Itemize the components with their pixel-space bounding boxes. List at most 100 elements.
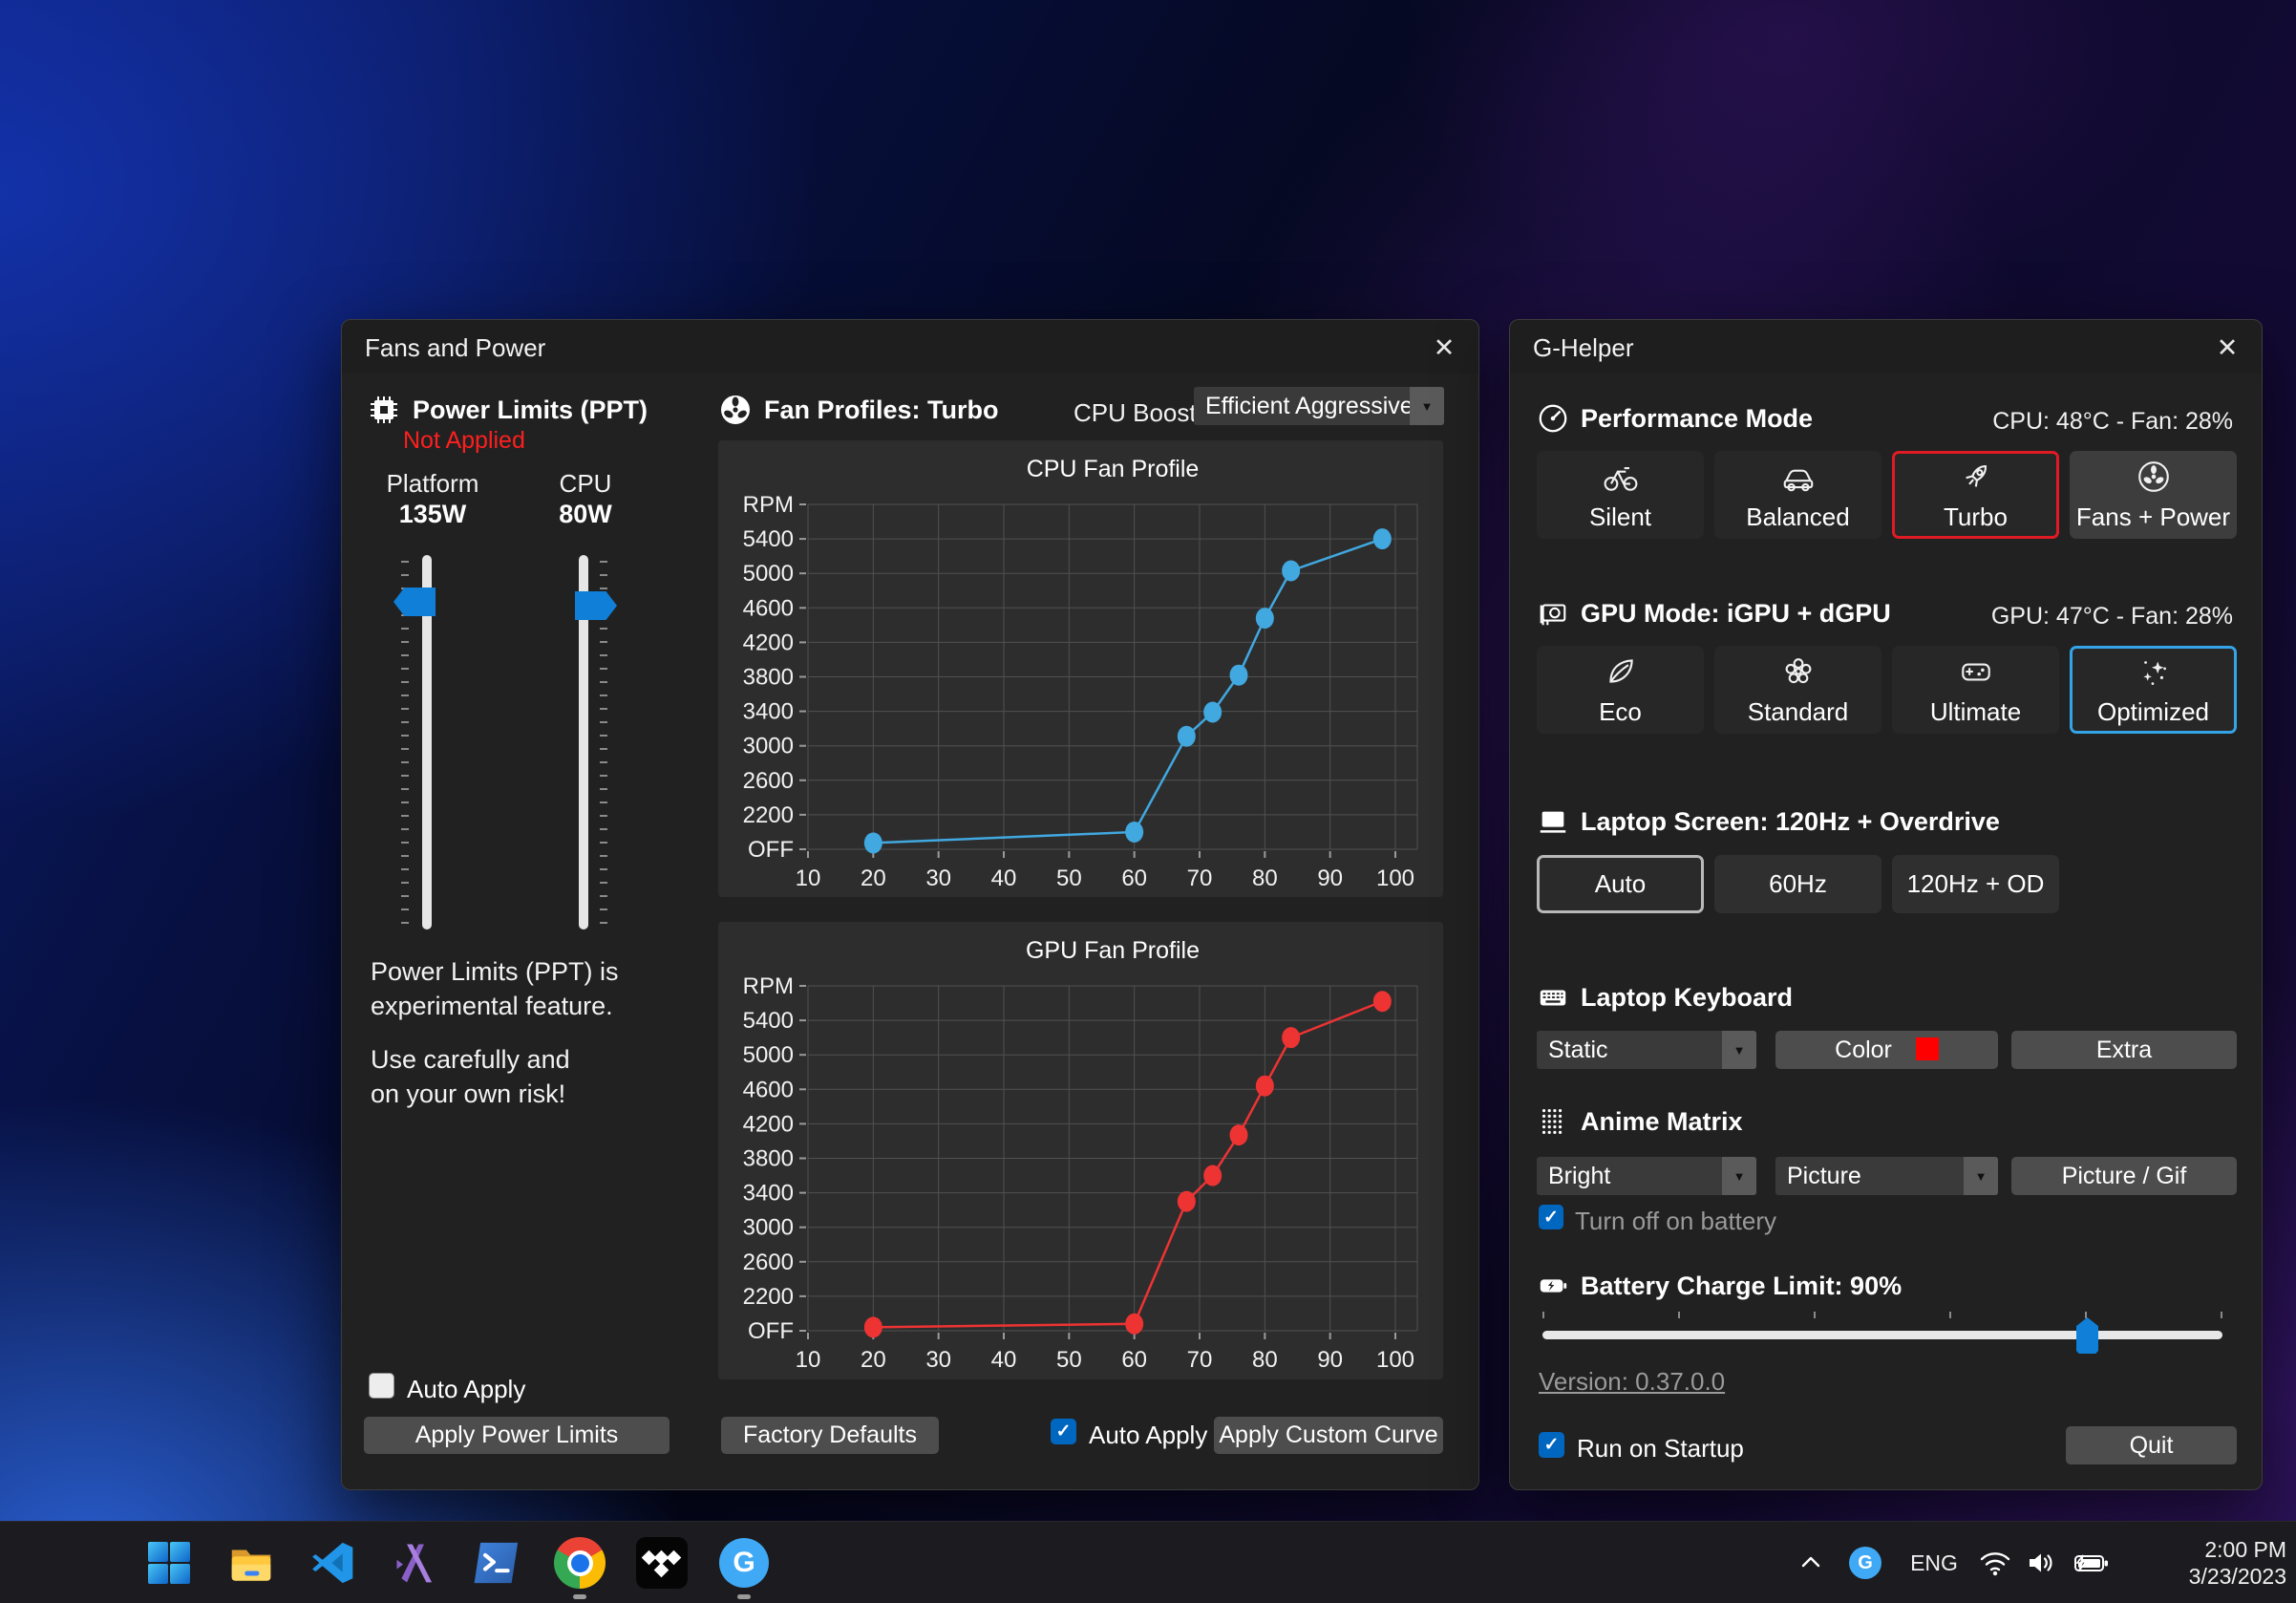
vscode-button[interactable] [303,1532,364,1593]
mode-silent-button[interactable]: Silent [1537,451,1704,539]
mode-balanced-button[interactable]: Balanced [1714,451,1881,539]
laptop-screen-header: Laptop Screen: 120Hz + Overdrive [1537,805,2000,838]
cpu-boost-dropdown[interactable]: Efficient Aggressive ▼ [1194,387,1444,425]
color-swatch [1916,1037,1939,1060]
chip-icon [367,393,401,427]
keyboard-color-button[interactable]: Color [1775,1031,1998,1069]
svg-text:3400: 3400 [743,1181,794,1207]
desktop: Fans and Power ✕ Power Limits (PPT) Not … [0,0,2296,1603]
cpu-slider-thumb[interactable] [575,591,617,620]
svg-text:20: 20 [861,1347,886,1373]
matrix-mode-dropdown[interactable]: Picture ▼ [1775,1157,1998,1195]
version-link[interactable]: Version: 0.37.0.0 [1539,1367,1725,1397]
window-title: Fans and Power [365,333,545,363]
matrix-brightness-dropdown[interactable]: Bright ▼ [1537,1157,1756,1195]
battery-limit-heading: Battery Charge Limit: 90% [1581,1272,1902,1301]
cpu-fan-profile-chart[interactable]: CPU Fan ProfileRPM5400500046004200380034… [718,440,1443,897]
file-explorer-button[interactable] [221,1532,282,1593]
screen-auto-button[interactable]: Auto [1537,855,1704,913]
quit-button[interactable]: Quit [2066,1426,2237,1464]
matrix-battery-checkbox-label: Turn off on battery [1575,1207,1776,1236]
battery-slider-thumb[interactable] [2076,1317,2098,1354]
svg-text:5000: 5000 [743,1042,794,1068]
ghelper-window-titlebar[interactable]: G-Helper ✕ [1510,320,2262,374]
battery-button[interactable] [2067,1522,2116,1603]
option-label: Auto [1595,869,1647,898]
color-button-label: Color [1835,1037,1892,1063]
battery-slider-ticks [1542,1312,2222,1318]
mode-fans-power-button[interactable]: Fans + Power [2070,451,2237,539]
mode-turbo-button[interactable]: Turbo [1892,451,2059,539]
visual-studio-button[interactable] [385,1532,446,1593]
rocket-icon [1958,459,1994,495]
matrix-battery-checkbox[interactable]: ✓ [1539,1205,1563,1229]
screen-60hz-button[interactable]: 60Hz [1714,855,1881,913]
check-icon: ✓ [375,1377,388,1396]
mode-label: Optimized [2097,697,2209,727]
gpu-optimized-button[interactable]: Optimized [2070,646,2237,734]
svg-text:4600: 4600 [743,595,794,621]
mode-label: Fans + Power [2076,502,2230,532]
battery-charging-icon [2073,1550,2111,1576]
clock[interactable]: 2:00 PM 3/23/2023 [2124,1522,2286,1603]
battery-slider-track[interactable] [1542,1331,2222,1339]
svg-text:90: 90 [1317,866,1343,891]
platform-value: 135W [380,500,485,529]
svg-text:RPM: RPM [743,973,794,999]
cpu-boost-label: CPU Boost [1074,398,1197,428]
volume-button[interactable] [2019,1522,2065,1603]
g-helper-button[interactable]: G [713,1532,775,1593]
sparkle-gear-icon [2136,653,2172,690]
gpu-ultimate-button[interactable]: Ultimate [1892,646,2059,734]
flower-icon [1780,653,1817,690]
gpu-mode-heading: GPU Mode: iGPU + dGPU [1581,599,1891,629]
keyboard-mode-dropdown[interactable]: Static ▼ [1537,1031,1756,1069]
screen-icon [1537,805,1569,838]
svg-text:50: 50 [1056,1347,1082,1373]
svg-text:GPU Fan Profile: GPU Fan Profile [1026,937,1200,964]
svg-text:CPU Fan Profile: CPU Fan Profile [1027,456,1200,482]
tray-time: 2:00 PM [2204,1537,2286,1562]
matrix-picture-gif-button[interactable]: Picture / Gif [2011,1157,2237,1195]
gpu-fan-profile-chart[interactable]: GPU Fan ProfileRPM5400500046004200380034… [718,922,1443,1379]
tidal-button[interactable] [631,1532,692,1593]
visual-studio-icon [391,1538,440,1588]
fans-window-titlebar[interactable]: Fans and Power ✕ [342,320,1478,374]
language-label: ENG [1910,1550,1958,1576]
auto-apply-power-checkbox[interactable]: ✓ [369,1373,394,1399]
svg-text:RPM: RPM [743,492,794,518]
svg-text:70: 70 [1187,866,1213,891]
svg-text:70: 70 [1187,1347,1213,1373]
tidal-icon [636,1537,688,1589]
gpu-standard-button[interactable]: Standard [1714,646,1881,734]
svg-text:OFF: OFF [748,837,794,863]
file-explorer-icon [225,1537,277,1589]
platform-slider-thumb[interactable] [393,588,436,616]
terminal-button[interactable] [467,1532,528,1593]
run-on-startup-checkbox[interactable]: ✓ [1539,1432,1564,1458]
wifi-button[interactable] [1973,1522,2017,1603]
close-icon[interactable]: ✕ [1425,330,1463,366]
svg-text:60: 60 [1121,866,1147,891]
keyboard-extra-button[interactable]: Extra [2011,1031,2237,1069]
gpu-eco-button[interactable]: Eco [1537,646,1704,734]
svg-text:3800: 3800 [743,1146,794,1172]
svg-text:3000: 3000 [743,734,794,759]
chevron-down-icon: ▼ [1410,387,1444,425]
language-indicator[interactable]: ENG [1901,1522,1967,1603]
svg-text:5400: 5400 [743,526,794,552]
apply-power-limits-button[interactable]: Apply Power Limits [364,1417,670,1454]
apply-custom-curve-button[interactable]: Apply Custom Curve [1214,1417,1443,1454]
factory-defaults-button[interactable]: Factory Defaults [721,1417,939,1454]
tray-chevron-button[interactable] [1790,1522,1832,1603]
anime-matrix-header: Anime Matrix [1537,1105,1743,1138]
screen-120hz-od-button[interactable]: 120Hz + OD [1892,855,2059,913]
chrome-button[interactable] [549,1532,610,1593]
tray-g-helper-button[interactable]: G [1841,1522,1889,1603]
close-icon[interactable]: ✕ [2208,330,2246,366]
cpu-temp-status: CPU: 48°C - Fan: 28% [1992,408,2233,436]
start-button[interactable] [138,1532,200,1593]
auto-apply-curve-checkbox[interactable]: ✓ [1051,1419,1076,1444]
run-on-startup-label: Run on Startup [1577,1434,1744,1464]
performance-mode-heading: Performance Mode [1581,404,1813,434]
